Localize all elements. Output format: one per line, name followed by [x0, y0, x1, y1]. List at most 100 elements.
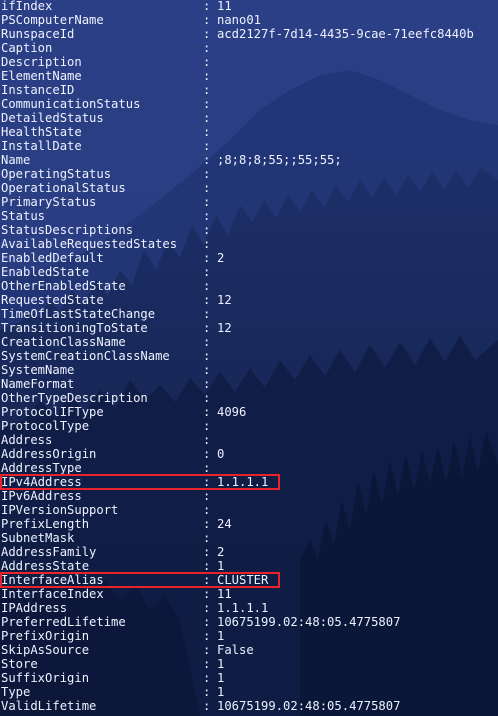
property-name: SuffixOrigin: [1, 671, 90, 685]
property-name: SkipAsSource: [1, 643, 90, 657]
property-value: 10675199.02:48:05.4775807: [217, 699, 401, 713]
property-row-transitioningtostate: TransitioningToState:12: [1, 321, 474, 335]
property-name: InstallDate: [1, 139, 82, 153]
property-name: Address: [1, 433, 53, 447]
property-name: PrimaryStatus: [1, 195, 97, 209]
property-row-interfaceindex: InterfaceIndex:11: [1, 587, 474, 601]
property-row-addressstate: AddressState:1: [1, 559, 474, 573]
property-name: PrefixLength: [1, 517, 90, 531]
property-row-availablerequestedstates: AvailableRequestedStates:: [1, 237, 474, 251]
property-separator: :: [203, 657, 211, 671]
property-row-elementname: ElementName:: [1, 69, 474, 83]
property-name: Caption: [1, 41, 53, 55]
property-row-addressorigin: AddressOrigin:0: [1, 447, 474, 461]
property-row-subnetmask: SubnetMask:: [1, 531, 474, 545]
property-row-communicationstatus: CommunicationStatus:: [1, 97, 474, 111]
property-name: ValidLifetime: [1, 699, 97, 713]
property-separator: :: [203, 153, 211, 167]
property-row-enabledstate: EnabledState:: [1, 265, 474, 279]
property-separator: :: [203, 293, 211, 307]
property-name: HealthState: [1, 125, 82, 139]
property-row-preferredlifetime: PreferredLifetime:10675199.02:48:05.4775…: [1, 615, 474, 629]
property-name: ifIndex: [1, 0, 53, 13]
property-row-ipversionsupport: IPVersionSupport:: [1, 503, 474, 517]
property-separator: :: [203, 419, 211, 433]
property-name: PrefixOrigin: [1, 629, 90, 643]
property-value: 1: [217, 629, 225, 643]
property-separator: :: [203, 139, 211, 153]
property-row-interfacealias: InterfaceAlias: CLUSTER: [1, 573, 474, 587]
property-separator: :: [203, 279, 211, 293]
property-name: Name: [1, 153, 31, 167]
property-row-requestedstate: RequestedState:12: [1, 293, 474, 307]
property-separator: :: [203, 545, 211, 559]
property-value: 11: [217, 587, 232, 601]
property-name: EnabledState: [1, 265, 90, 279]
property-name: PSComputerName: [1, 13, 104, 27]
property-name: StatusDescriptions: [1, 223, 134, 237]
property-separator: :: [203, 335, 211, 349]
property-row-operationalstatus: OperationalStatus:: [1, 181, 474, 195]
powershell-console-output: ifIndex:11 PSComputerName: nano01 RunspaceI…: [1, 0, 474, 713]
property-value: CLUSTER: [217, 573, 269, 587]
property-row-ipv4address: IPv4Address:1.1.1.1: [1, 475, 474, 489]
property-value: 12: [217, 321, 232, 335]
property-row-validlifetime: ValidLifetime:10675199.02:48:05.4775807: [1, 699, 474, 713]
property-name: AddressType: [1, 461, 82, 475]
property-row-nameformat: NameFormat:: [1, 377, 474, 391]
property-separator: :: [203, 391, 211, 405]
property-separator: :: [203, 251, 211, 265]
property-name: Store: [1, 657, 38, 671]
property-row-prefixorigin: PrefixOrigin:1: [1, 629, 474, 643]
property-separator: :: [203, 377, 211, 391]
property-separator: :: [203, 125, 211, 139]
property-name: AddressOrigin: [1, 447, 97, 461]
property-row-pscomputername: PSComputerName: nano01: [1, 13, 474, 27]
property-name: InterfaceAlias: [1, 573, 104, 587]
property-value: 2: [217, 251, 225, 265]
property-separator: :: [203, 489, 211, 503]
property-name: Type: [1, 685, 31, 699]
property-name: NameFormat: [1, 377, 75, 391]
property-separator: :: [203, 587, 211, 601]
property-separator: :: [203, 97, 211, 111]
property-row-runspaceid: RunspaceId: acd2127f-7d14-4435-9cae-71eef…: [1, 27, 474, 41]
property-row-addressfamily: AddressFamily:2: [1, 545, 474, 559]
property-name: IPVersionSupport: [1, 503, 119, 517]
property-separator: :: [203, 601, 211, 615]
property-value: 1: [217, 559, 225, 573]
property-separator: :: [203, 559, 211, 573]
property-separator: :: [203, 27, 211, 41]
property-row-name: Name: ;8;8;8;55;;55;55;: [1, 153, 474, 167]
property-value: 1: [217, 657, 225, 671]
property-separator: :: [203, 195, 211, 209]
property-separator: :: [203, 671, 211, 685]
property-separator: :: [203, 237, 211, 251]
property-row-store: Store:1: [1, 657, 474, 671]
property-name: ElementName: [1, 69, 82, 83]
property-name: CommunicationStatus: [1, 97, 141, 111]
property-name: DetailedStatus: [1, 111, 104, 125]
property-row-healthstate: HealthState:: [1, 125, 474, 139]
property-row-prefixlength: PrefixLength:24: [1, 517, 474, 531]
property-value: 1: [217, 685, 225, 699]
property-value: 1.1.1.1: [217, 475, 269, 489]
property-separator: :: [203, 321, 211, 335]
property-separator: :: [203, 111, 211, 125]
property-row-ifindex: ifIndex:11: [1, 0, 474, 13]
property-row-protocoltype: ProtocolType:: [1, 419, 474, 433]
property-value: 0: [217, 447, 225, 461]
property-separator: :: [203, 615, 211, 629]
property-separator: :: [203, 517, 211, 531]
property-separator: :: [203, 405, 211, 419]
property-separator: :: [203, 363, 211, 377]
property-separator: :: [203, 307, 211, 321]
property-name: ProtocolType: [1, 419, 90, 433]
property-value: nano01: [217, 13, 262, 27]
property-value: 10675199.02:48:05.4775807: [217, 615, 401, 629]
property-row-caption: Caption:: [1, 41, 474, 55]
property-name: ProtocolIFType: [1, 405, 104, 419]
property-row-instanceid: InstanceID:: [1, 83, 474, 97]
property-row-operatingstatus: OperatingStatus:: [1, 167, 474, 181]
property-name: IPv4Address: [1, 475, 82, 489]
